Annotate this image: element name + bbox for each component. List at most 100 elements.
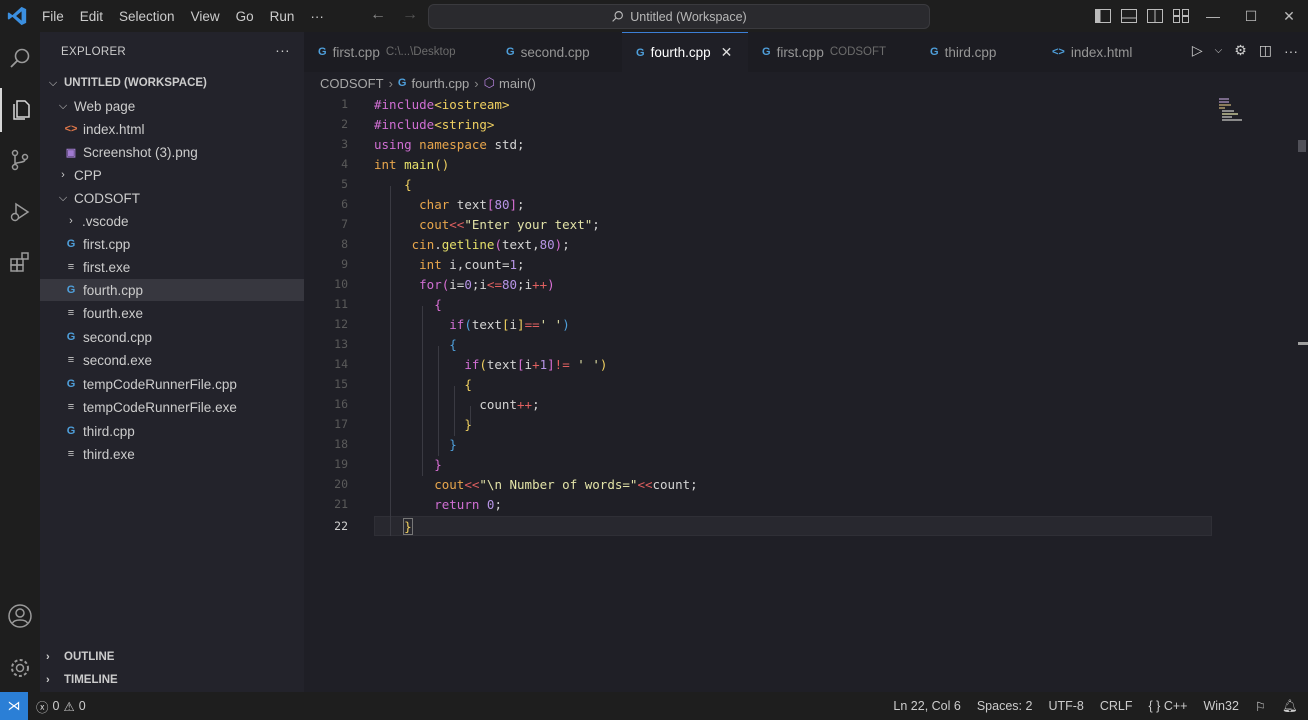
tab-fourth-cpp[interactable]: G fourth.cpp ✕ — [622, 32, 748, 72]
command-center-search[interactable]: Untitled (Workspace) — [428, 4, 930, 29]
code-line: 16 count++; — [304, 394, 1308, 414]
notifications-bell-icon[interactable]: 🔔︎ — [1282, 699, 1298, 714]
menu-run[interactable]: Run — [262, 9, 303, 24]
activity-accounts[interactable] — [0, 594, 40, 638]
scrollbar-thumb[interactable] — [1298, 140, 1306, 152]
line-number: 13 — [334, 337, 348, 351]
line-number: 8 — [341, 237, 348, 251]
activity-run-debug[interactable] — [0, 190, 40, 234]
timeline-panel-header[interactable]: › TIMELINE — [40, 669, 304, 691]
code-line: 12 if(text[i]==' ') — [304, 314, 1308, 334]
tree-item-label: fourth.exe — [83, 305, 144, 321]
activity-explorer[interactable] — [0, 88, 40, 132]
cpp-file-icon: G — [397, 77, 407, 89]
menu-view[interactable]: View — [183, 9, 228, 24]
tab-first-cpp-codsoft[interactable]: G first.cpp CODSOFT — [748, 32, 916, 72]
run-dropdown-chevron-icon[interactable]: ⌵ — [1215, 45, 1223, 56]
tree-item-third-exe[interactable]: ≡ third.exe — [40, 443, 328, 465]
toggle-panel-icon[interactable] — [1116, 0, 1142, 32]
menu-file[interactable]: File — [34, 9, 72, 24]
tree-item-first-cpp[interactable]: G first.cpp — [40, 233, 328, 255]
gear-icon[interactable]: ⚙ — [1234, 42, 1247, 59]
split-editor-icon[interactable]: ◫ — [1259, 42, 1272, 59]
breadcrumb-symbol[interactable]: main() — [499, 76, 536, 91]
tree-item-tempcoderunner-cpp[interactable]: G tempCodeRunnerFile.cpp — [40, 373, 328, 395]
cursor-position[interactable]: Ln 22, Col 6 — [893, 699, 960, 713]
tree-item-first-exe[interactable]: ≡ first.exe — [40, 256, 328, 278]
tree-item-tempcoderunner-exe[interactable]: ≡ tempCodeRunnerFile.exe — [40, 396, 328, 418]
forward-arrow-icon[interactable]: → — [402, 6, 418, 24]
minimize-icon[interactable]: — — [1194, 0, 1232, 32]
maximize-icon[interactable]: ☐ — [1232, 0, 1270, 32]
menu-selection[interactable]: Selection — [111, 9, 183, 24]
encoding[interactable]: UTF-8 — [1048, 699, 1083, 713]
tab-description: C:\...\Desktop — [385, 46, 456, 58]
code-line: 8 cin.getline(text,80); — [304, 234, 1308, 254]
close-window-icon[interactable]: ✕ — [1270, 0, 1308, 32]
workspace-root[interactable]: ⌵ UNTITLED (WORKSPACE) — [40, 72, 310, 94]
menu-edit[interactable]: Edit — [72, 9, 111, 24]
platform[interactable]: Win32 — [1203, 699, 1238, 713]
chevron-down-icon: ⌵ — [48, 76, 58, 89]
warning-icon: ⚠ — [63, 699, 75, 714]
toggle-secondary-sidebar-icon[interactable] — [1142, 0, 1168, 32]
tab-index-html[interactable]: <> index.html — [1038, 32, 1168, 72]
chevron-right-icon: › — [61, 169, 65, 181]
problems-indicator[interactable]: ⓧ 0 ⚠ 0 — [36, 697, 86, 716]
customize-layout-icon[interactable] — [1168, 0, 1194, 32]
activity-manage[interactable] — [0, 646, 40, 690]
tab-first-cpp-desktop[interactable]: G first.cpp C:\...\Desktop — [304, 32, 492, 72]
code-editor[interactable]: 1 #include<iostream> 2 #include<string> 3 u… — [304, 94, 1308, 692]
menu-go[interactable]: Go — [228, 9, 262, 24]
breadcrumb-folder[interactable]: CODSOFT — [320, 76, 384, 91]
chevron-right-icon: › — [46, 674, 50, 686]
language-mode[interactable]: { } C++ — [1149, 699, 1188, 713]
tree-item-label: fourth.cpp — [83, 282, 144, 298]
end-of-line[interactable]: CRLF — [1100, 699, 1133, 713]
code-line: 22 } — [304, 516, 1308, 536]
tab-third-cpp[interactable]: G third.cpp — [916, 32, 1038, 72]
cpp-file-icon: G — [66, 378, 76, 390]
breadcrumb: CODSOFT › G fourth.cpp › ⬡ main() — [320, 72, 536, 94]
workspace-title: Untitled (Workspace) — [630, 9, 747, 24]
tree-item-label: Web page — [74, 98, 136, 114]
tree-item-cpp-folder[interactable]: › CPP — [40, 164, 320, 186]
tree-item-web-page[interactable]: ⌵ Web page — [40, 95, 320, 117]
tree-item-fourth-exe[interactable]: ≡ fourth.exe — [40, 302, 328, 324]
tree-item-screenshot[interactable]: ▣ Screenshot (3).png — [40, 141, 328, 163]
tree-item-fourth-cpp[interactable]: G fourth.cpp — [40, 279, 328, 301]
close-tab-icon[interactable]: ✕ — [721, 44, 733, 61]
workspace-label: UNTITLED (WORKSPACE) — [64, 77, 207, 89]
tree-item-second-exe[interactable]: ≡ second.exe — [40, 349, 328, 371]
indentation[interactable]: Spaces: 2 — [977, 699, 1033, 713]
explorer-more-button[interactable]: ··· — [275, 42, 290, 58]
cpp-file-icon: G — [66, 425, 76, 437]
run-code-icon[interactable]: ▷ — [1192, 42, 1203, 59]
activity-search[interactable] — [0, 36, 40, 80]
tree-item-vscode-folder[interactable]: › .vscode — [40, 210, 328, 232]
cpp-file-icon: G — [66, 284, 76, 296]
tree-item-label: first.cpp — [83, 236, 131, 252]
tab-second-cpp[interactable]: G second.cpp — [492, 32, 622, 72]
menu-bar: File Edit Selection View Go Run ··· — [34, 9, 332, 24]
tree-item-third-cpp[interactable]: G third.cpp — [40, 420, 328, 442]
minimap[interactable] — [1219, 98, 1249, 124]
breadcrumb-file[interactable]: fourth.cpp — [411, 76, 469, 91]
remote-indicator-icon[interactable]: ⋊ — [0, 692, 28, 720]
tree-item-second-cpp[interactable]: G second.cpp — [40, 326, 328, 348]
menu-more[interactable]: ··· — [302, 9, 332, 24]
activity-source-control[interactable] — [0, 138, 40, 182]
toggle-primary-sidebar-icon[interactable] — [1090, 0, 1116, 32]
outline-panel-header[interactable]: › OUTLINE — [40, 646, 304, 668]
chevron-right-icon: › — [388, 75, 393, 91]
back-arrow-icon[interactable]: ← — [370, 6, 386, 24]
more-actions-icon[interactable]: ··· — [1284, 43, 1298, 59]
line-number: 17 — [334, 417, 348, 431]
tree-item-index-html[interactable]: <> index.html — [40, 118, 328, 140]
code-line: 20 cout<<"\n Number of words="<<count; — [304, 474, 1308, 494]
code-line: 13 { — [304, 334, 1308, 354]
tree-item-codsoft-folder[interactable]: ⌵ CODSOFT — [40, 187, 320, 209]
code-line: 7 cout<<"Enter your text"; — [304, 214, 1308, 234]
feedback-icon[interactable]: ⚐ — [1255, 699, 1266, 714]
activity-extensions[interactable] — [0, 240, 40, 284]
